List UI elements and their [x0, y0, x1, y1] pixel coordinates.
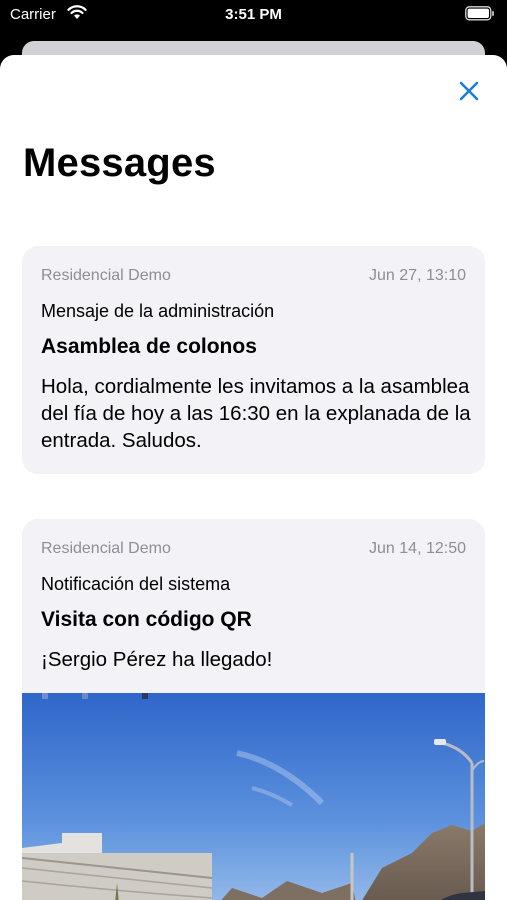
messages-sheet: Messages Residencial Demo Jun 27, 13:10 …: [0, 55, 507, 900]
message-category: Mensaje de la administración: [41, 301, 275, 321]
battery-icon: [465, 6, 495, 26]
message-subject: Visita con código QR: [41, 608, 252, 631]
message-category: Notificación del sistema: [41, 574, 231, 594]
message-card[interactable]: Residencial Demo Jun 14, 12:50 Notificac…: [22, 519, 485, 900]
message-date: Jun 27, 13:10: [369, 267, 466, 284]
message-sender: Residencial Demo: [41, 540, 171, 557]
message-date: Jun 14, 12:50: [369, 540, 466, 557]
message-sender: Residencial Demo: [41, 267, 171, 284]
close-icon[interactable]: [457, 79, 481, 103]
visitor-photo[interactable]: [22, 693, 485, 900]
status-time: 3:51 PM: [225, 6, 282, 23]
message-body: ¡Sergio Pérez ha llegado!: [41, 648, 273, 671]
message-body: Hola, cordialmente les invitamos a la as…: [41, 375, 471, 452]
message-card[interactable]: Residencial Demo Jun 27, 13:10 Mensaje d…: [22, 246, 485, 474]
page-title: Messages: [23, 141, 216, 185]
message-subject: Asamblea de colonos: [41, 335, 257, 358]
status-bar: Carrier 3:51 PM: [0, 0, 507, 32]
